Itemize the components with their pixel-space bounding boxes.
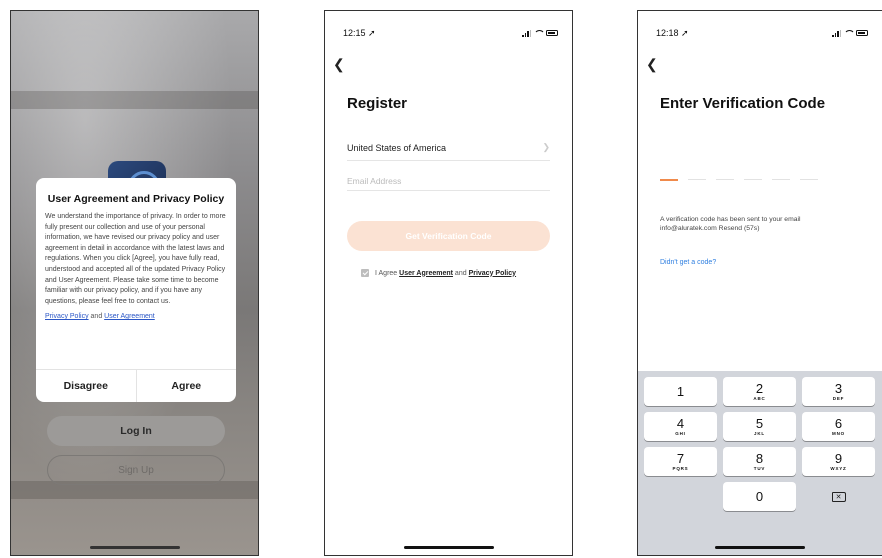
- key-1[interactable]: 1: [644, 377, 717, 406]
- chevron-right-icon: ❯: [542, 142, 550, 152]
- status-bar: 12:18 ➚: [656, 27, 868, 39]
- status-icons: [832, 29, 868, 37]
- email-field[interactable]: [347, 176, 550, 186]
- agreement-row: I Agree User Agreement and Privacy Polic…: [361, 269, 516, 277]
- privacy-policy-link[interactable]: Privacy Policy: [469, 270, 516, 277]
- agree-button[interactable]: Agree: [137, 370, 237, 402]
- dialog-links: Privacy Policy and User Agreement: [45, 313, 227, 320]
- key-0[interactable]: 0: [723, 482, 796, 511]
- get-verification-code-button[interactable]: Get Verification Code: [347, 221, 550, 251]
- key-6[interactable]: 6 MNO: [802, 412, 875, 441]
- wifi-icon: [844, 29, 855, 37]
- signal-icon: [522, 29, 531, 37]
- dialog-button-row: Disagree Agree: [36, 369, 236, 402]
- login-button[interactable]: Log In: [47, 416, 225, 446]
- verification-message: A verification code has been sent to you…: [660, 215, 860, 233]
- status-icons: [522, 29, 558, 37]
- back-chevron-icon[interactable]: ❮: [333, 56, 345, 73]
- delete-key[interactable]: ✕: [802, 482, 875, 511]
- privacy-policy-link[interactable]: Privacy Policy: [45, 313, 89, 320]
- home-indicator[interactable]: [403, 546, 494, 549]
- code-slot: [772, 179, 790, 180]
- background-shelf: [11, 91, 258, 109]
- key-8[interactable]: 8 TUV: [723, 447, 796, 476]
- signup-button[interactable]: Sign Up: [47, 455, 225, 485]
- code-slot: [688, 179, 706, 180]
- and-text: and: [90, 313, 103, 321]
- country-value: United States of America: [347, 142, 447, 153]
- key-3[interactable]: 3 DEF: [802, 377, 875, 406]
- location-arrow-icon: ➚: [681, 27, 689, 38]
- status-time: 12:15 ➚: [343, 27, 376, 38]
- code-slot: [660, 179, 678, 181]
- resend-line[interactable]: info@aluratek.com Resend (57s): [660, 224, 860, 233]
- signal-icon: [832, 29, 841, 37]
- battery-icon: [856, 30, 868, 36]
- agree-checkbox[interactable]: [361, 269, 369, 277]
- code-slot: [716, 179, 734, 180]
- status-time: 12:18 ➚: [656, 27, 689, 38]
- dialog-title: User Agreement and Privacy Policy: [47, 193, 225, 205]
- code-input[interactable]: [660, 179, 818, 181]
- location-arrow-icon: ➚: [368, 27, 376, 38]
- backspace-icon: ✕: [831, 491, 846, 502]
- privacy-dialog: User Agreement and Privacy Policy We und…: [36, 178, 236, 402]
- battery-icon: [546, 30, 558, 36]
- email-field-row: [347, 171, 550, 191]
- user-agreement-link[interactable]: User Agreement: [104, 313, 155, 320]
- agree-text: I Agree User Agreement and Privacy Polic…: [375, 269, 517, 277]
- page-title: Enter Verification Code: [660, 95, 826, 112]
- code-slot: [800, 179, 818, 180]
- status-bar: 12:15 ➚: [343, 27, 558, 39]
- dialog-body: We understand the importance of privacy.…: [45, 213, 226, 305]
- key-7[interactable]: 7 PQRS: [644, 447, 717, 476]
- key-5[interactable]: 5 JKL: [723, 412, 796, 441]
- didnt-get-code-link[interactable]: Didn't get a code?: [660, 259, 716, 266]
- back-chevron-icon[interactable]: ❮: [646, 56, 658, 73]
- key-9[interactable]: 9 WXYZ: [802, 447, 875, 476]
- code-slot: [744, 179, 762, 180]
- home-indicator[interactable]: [715, 546, 805, 549]
- phone-screen-verification: 12:18 ➚ ❮ Enter Verification Code A veri…: [637, 10, 882, 556]
- page-title: Register: [347, 95, 408, 112]
- home-indicator[interactable]: [89, 546, 180, 549]
- country-selector[interactable]: United States of America ❯: [347, 135, 550, 161]
- key-2[interactable]: 2 ABC: [723, 377, 796, 406]
- phone-screen-privacy: User Agreement and Privacy Policy We und…: [10, 10, 259, 556]
- user-agreement-link[interactable]: User Agreement: [399, 270, 453, 277]
- wifi-icon: [534, 29, 545, 37]
- disagree-button[interactable]: Disagree: [36, 370, 137, 402]
- phone-screen-register: 12:15 ➚ ❮ Register United States of Amer…: [324, 10, 573, 556]
- key-4[interactable]: 4 GHI: [644, 412, 717, 441]
- key-blank: [644, 482, 717, 511]
- numeric-keypad: 1 2 ABC 3 DEF 4 GHI 5 JKL 6 MNO 7 PQRS 8 TUV 9W…: [638, 371, 882, 555]
